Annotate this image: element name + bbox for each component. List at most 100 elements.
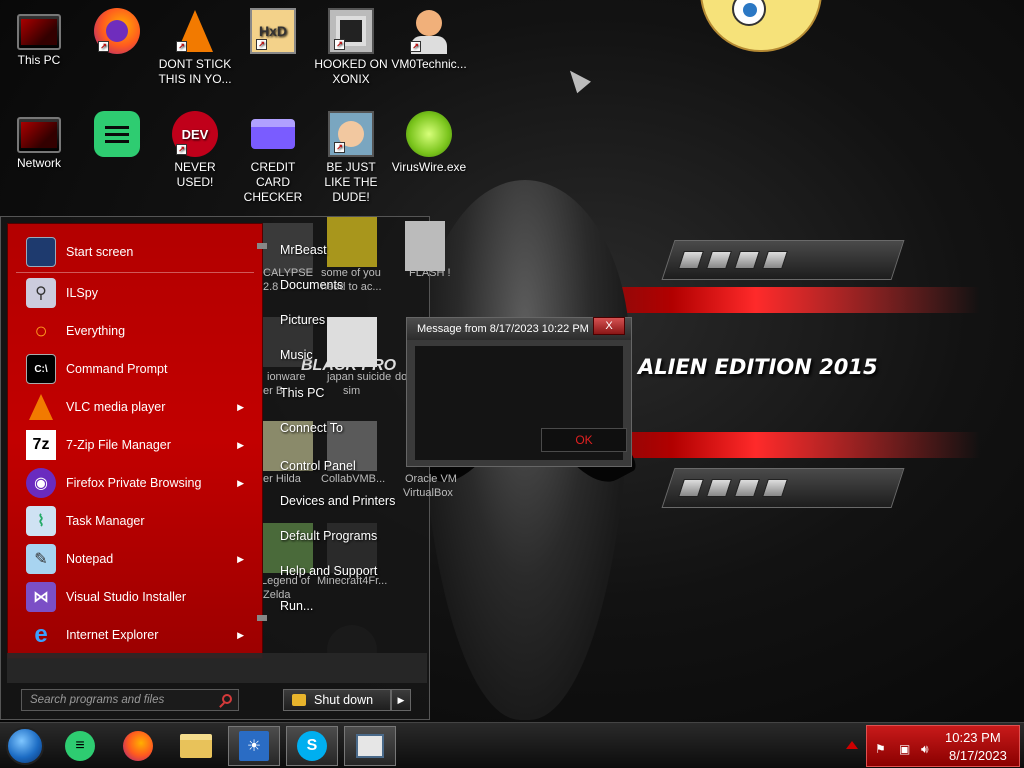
wallpaper-plate <box>661 240 905 280</box>
start-item-label: VLC media player <box>66 400 166 414</box>
start-item-task-manager[interactable]: ⌇ Task Manager <box>8 502 262 540</box>
start-item-firefox-private[interactable]: ◉ Firefox Private Browsing ▶ <box>8 464 262 502</box>
desktop-icon-xonix[interactable]: ↗ HOOKED ON XONIX <box>312 8 390 87</box>
start-link-run[interactable]: Run... <box>280 599 313 614</box>
system-tray: ⚑ ▣ 🔊︎ 10:23 PM 8/17/2023 <box>866 725 1020 767</box>
start-item-label: Command Prompt <box>66 362 168 376</box>
clock-date[interactable]: 8/17/2023 <box>949 748 1007 763</box>
desktop-icon-dev-cpp[interactable]: DEV ↗ NEVER USED! <box>156 111 234 190</box>
start-link-control-panel[interactable]: Control Panel <box>280 459 356 474</box>
action-center-flag-icon[interactable]: ⚑ <box>875 742 888 756</box>
start-search-input[interactable]: Search programs and files <box>21 689 239 711</box>
start-item-visual-studio-installer[interactable]: ⋈ Visual Studio Installer <box>8 578 262 616</box>
taskbar-app-chat[interactable]: ≡ <box>54 726 106 766</box>
desktop-icon-viruswire[interactable]: VirusWire.exe <box>390 111 468 175</box>
desktop-icon-network[interactable]: Network <box>0 111 78 171</box>
desktop-icon-chat-app[interactable] <box>78 111 156 160</box>
background-tile <box>405 221 445 271</box>
start-item-notepad[interactable]: ✎ Notepad ▶ <box>8 540 262 578</box>
window-app-icon <box>356 734 384 758</box>
start-link-mrbeast[interactable]: MrBeast <box>280 243 327 258</box>
desktop-icon-this-pc[interactable]: This PC <box>0 8 78 68</box>
start-link-documents[interactable]: Documents <box>280 278 343 293</box>
start-link-default-programs[interactable]: Default Programs <box>280 529 377 544</box>
start-button[interactable] <box>6 727 44 765</box>
desktop-icon-label: DONT STICK THIS IN YO... <box>158 57 232 86</box>
taskbar-app-window[interactable] <box>344 726 396 766</box>
background-tile <box>327 217 377 267</box>
desktop-icon-label: VirusWire.exe <box>391 160 467 174</box>
message-dialog-body: OK <box>415 346 627 460</box>
internet-explorer-icon: e <box>34 621 48 648</box>
start-item-label: Task Manager <box>66 514 145 528</box>
desktop-icon-credit-card-checker[interactable]: CREDIT CARD CHECKER <box>234 111 312 205</box>
background-label: er Hilda <box>263 473 301 485</box>
start-item-command-prompt[interactable]: C:\ Command Prompt <box>8 350 262 388</box>
submenu-arrow-icon: ▶ <box>237 629 244 640</box>
start-menu: CALYPSE 2.8 some of you need to ac... FL… <box>0 216 457 720</box>
start-item-start-screen[interactable]: Start screen <box>8 233 262 271</box>
volume-icon[interactable]: 🔊︎ <box>921 742 934 756</box>
desktop-icon-label: VM0Technic... <box>391 57 467 71</box>
wallpaper-plate <box>661 468 905 508</box>
start-link-pictures[interactable]: Pictures <box>280 313 325 328</box>
start-link-this-pc[interactable]: This PC <box>280 386 324 401</box>
elf-icon: ↗ <box>328 111 374 157</box>
message-dialog-titlebar[interactable]: Message from 8/17/2023 10:22 PM X <box>407 317 631 340</box>
background-label: VirtualBox <box>403 487 453 499</box>
shutdown-button[interactable]: Shut down <box>283 689 391 711</box>
start-item-everything[interactable]: ○ Everything <box>8 312 262 350</box>
desktop-icon-firefox[interactable]: ↗ <box>78 8 156 57</box>
desktop-icon-hex-editor[interactable]: HxD ↗ <box>234 8 312 57</box>
taskbar-app-file-explorer[interactable] <box>170 726 222 766</box>
start-item-7zip[interactable]: 7z 7-Zip File Manager ▶ <box>8 426 262 464</box>
desktop-icon-label: This PC <box>17 53 61 67</box>
search-placeholder: Search programs and files <box>30 694 165 706</box>
desktop-icon-vm0technic[interactable]: ↗ VM0Technic... <box>390 8 468 72</box>
skype-icon: S <box>297 731 327 761</box>
terminal-icon: C:\ <box>26 354 56 384</box>
desktop-icon-vlc[interactable]: ↗ DONT STICK THIS IN YO... <box>156 8 234 87</box>
network-icon[interactable]: ▣ <box>899 742 912 756</box>
start-link-connect-to[interactable]: Connect To <box>280 421 343 436</box>
start-item-vlc[interactable]: VLC media player ▶ <box>8 388 262 426</box>
background-label: CollabVMB... <box>321 473 386 485</box>
start-item-label: Notepad <box>66 552 114 566</box>
lock-icon <box>292 694 306 706</box>
firefox-icon: ↗ <box>94 8 140 54</box>
start-screen-icon <box>26 237 56 267</box>
submenu-arrow-icon: ▶ <box>237 477 244 488</box>
start-item-ilspy[interactable]: ⚲ ILSpy <box>8 274 262 312</box>
clock-time[interactable]: 10:23 PM <box>945 730 1001 745</box>
xonix-game-icon: ↗ <box>328 8 374 54</box>
start-link-help-and-support[interactable]: Help and Support <box>280 564 377 579</box>
network-monitor-icon <box>17 117 61 153</box>
desktop-icon-the-dude[interactable]: ↗ BE JUST LIKE THE DUDE! <box>312 111 390 205</box>
desktop-icon-label: Network <box>16 156 61 170</box>
hex-editor-icon: HxD ↗ <box>250 8 296 54</box>
background-label: ionware <box>267 371 306 383</box>
submenu-arrow-icon: ▶ <box>237 401 244 412</box>
submenu-arrow-icon: ▶ <box>237 439 244 450</box>
search-icon <box>222 694 232 704</box>
start-item-label: Everything <box>66 324 126 338</box>
all-programs-bar[interactable] <box>7 653 427 683</box>
taskbar-app-firefox[interactable] <box>112 726 164 766</box>
taskbar-app-sun[interactable]: ☀ <box>228 726 280 766</box>
ilspy-icon: ⚲ <box>26 278 56 308</box>
taskbar-app-skype[interactable]: S <box>286 726 338 766</box>
show-hidden-icons-button[interactable] <box>846 741 858 749</box>
submenu-arrow-icon: ▶ <box>237 553 244 564</box>
notepad-icon: ✎ <box>26 544 56 574</box>
start-link-devices-and-printers[interactable]: Devices and Printers <box>280 494 395 509</box>
start-item-internet-explorer[interactable]: e Internet Explorer ▶ <box>8 616 262 654</box>
close-button[interactable]: X <box>593 317 625 335</box>
start-menu-program-list: Start screen ⚲ ILSpy ○ Everything C:\ Co… <box>7 223 263 659</box>
shutdown-options-button[interactable]: ▶ <box>391 689 411 711</box>
green-chat-icon <box>94 111 140 157</box>
file-explorer-icon <box>180 734 212 758</box>
background-label: sim <box>343 385 361 397</box>
task-manager-icon: ⌇ <box>26 506 56 536</box>
ok-button[interactable]: OK <box>541 428 627 452</box>
start-link-music[interactable]: Music <box>280 348 313 363</box>
